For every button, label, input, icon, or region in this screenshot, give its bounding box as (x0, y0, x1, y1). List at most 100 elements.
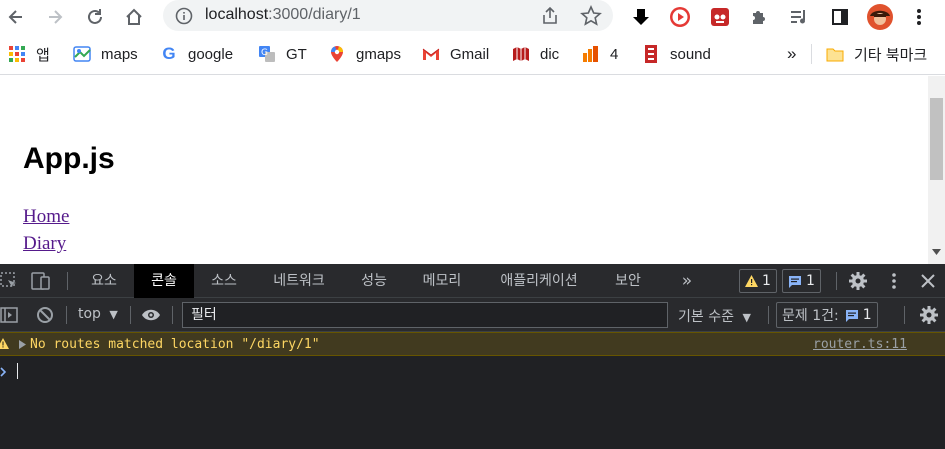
tab-security[interactable]: 보안 (602, 264, 654, 298)
scrollbar-thumb[interactable] (930, 98, 943, 180)
toolbar-divider (172, 306, 173, 324)
bookmark-apps[interactable]: 앱 (8, 42, 50, 66)
apps-grid-icon (8, 45, 26, 63)
forward-arrow-icon (49, 10, 63, 24)
gmaps-pin-icon (328, 45, 346, 63)
sidebar-toggle-icon[interactable] (0, 307, 18, 323)
robot-icon (711, 8, 729, 26)
bookmark-sound[interactable]: sound (642, 42, 711, 66)
bookmark-label: gmaps (356, 45, 402, 63)
gmail-icon (422, 45, 440, 63)
warning-source-link[interactable]: router.ts:11 (813, 337, 907, 352)
download-extension-button[interactable] (627, 3, 655, 31)
media-control-button[interactable] (785, 3, 813, 31)
bookmark-dic[interactable]: dic (512, 42, 559, 66)
svg-text:G: G (261, 48, 268, 58)
devtools-panel: 요소 콘솔 소스 네트워크 성능 메모리 애플리케이션 보안 » 1 1 top… (0, 264, 945, 449)
bookmarks-bar: 앱 maps G google G GT gmaps Gmail dic 4 s… (0, 34, 945, 75)
tab-memory[interactable]: 메모리 (408, 264, 476, 298)
device-toolbar-icon[interactable] (31, 272, 51, 290)
tab-console[interactable]: 콘솔 (134, 264, 194, 298)
maps-icon (73, 45, 91, 63)
side-panel-button[interactable] (826, 3, 854, 31)
warning-icon (745, 275, 758, 287)
google-icon: G (162, 44, 176, 63)
scroll-down-arrow-icon[interactable] (932, 249, 941, 255)
console-toolbar: top ▼ 기본 수준 ▼ 문제 1건: 1 (0, 298, 945, 332)
inspect-element-icon[interactable] (0, 272, 18, 290)
tab-performance[interactable]: 성능 (348, 264, 400, 298)
issues-button[interactable]: 문제 1건: 1 (776, 302, 878, 328)
clear-console-icon[interactable] (36, 306, 54, 324)
bookmark-label: GT (286, 45, 307, 63)
messages-badge[interactable]: 1 (782, 269, 821, 293)
issues-label: 문제 1건: (782, 308, 839, 324)
sound-icon (642, 45, 660, 63)
diary-link[interactable]: Diary (23, 233, 66, 255)
folder-icon (826, 45, 844, 63)
overflow-chevron-icon: » (787, 44, 797, 63)
settings-gear-icon[interactable] (848, 271, 868, 291)
live-expression-eye-icon[interactable] (141, 308, 161, 322)
address-bar[interactable]: localhost:3000/diary/1 (163, 0, 613, 31)
bookmark-gmaps[interactable]: gmaps (328, 42, 401, 66)
bookmark-label: maps (101, 45, 138, 63)
tab-sources[interactable]: 소스 (198, 264, 250, 298)
messages-count: 1 (806, 273, 815, 289)
home-button[interactable] (120, 3, 148, 31)
prompt-chevron-icon (0, 367, 7, 377)
issue-message-icon (845, 309, 858, 322)
context-value: top (78, 306, 101, 322)
bookmark-gmail[interactable]: Gmail (422, 42, 489, 66)
reload-button[interactable] (81, 3, 109, 31)
bookmarks-overflow-button[interactable]: » (787, 42, 796, 66)
bookmark-label: sound (670, 45, 711, 63)
bookmark-label: 앱 (36, 46, 50, 64)
log-level-dropdown[interactable]: 기본 수준 ▼ (678, 306, 751, 326)
text-cursor (17, 363, 18, 379)
page-scrollbar[interactable] (928, 76, 945, 264)
filter-input[interactable] (182, 302, 668, 328)
bookmark-google[interactable]: G google (160, 42, 233, 66)
extensions-button[interactable] (745, 3, 773, 31)
console-settings-gear-icon[interactable] (919, 305, 939, 325)
tab-elements[interactable]: 요소 (78, 264, 130, 298)
info-icon[interactable] (175, 7, 193, 25)
devtools-menu-icon[interactable] (891, 272, 897, 290)
warnings-badge[interactable]: 1 (739, 269, 777, 293)
console-prompt[interactable] (0, 358, 945, 382)
context-selector[interactable]: top ▼ (78, 306, 118, 322)
translate-icon: G (258, 45, 276, 63)
play-circle-icon (670, 7, 690, 27)
bookmark-star-icon[interactable] (580, 5, 602, 27)
bookmarks-divider (811, 44, 812, 64)
bookmark-label: 4 (610, 45, 619, 63)
forward-button[interactable] (41, 3, 69, 31)
toolbar-divider (67, 272, 68, 290)
dropdown-caret-icon: ▼ (109, 308, 118, 321)
close-devtools-icon[interactable] (921, 274, 935, 288)
kebab-menu-icon (917, 9, 921, 25)
other-bookmarks-folder[interactable]: 기타 북마크 (826, 42, 927, 66)
home-link[interactable]: Home (23, 206, 69, 228)
dropdown-caret-icon: ▼ (742, 311, 751, 324)
robot-extension-button[interactable] (706, 3, 734, 31)
bookmark-maps[interactable]: maps (73, 42, 138, 66)
puzzle-icon (753, 11, 765, 24)
profile-avatar[interactable] (866, 3, 894, 31)
bookmark-label: google (188, 45, 234, 63)
browser-menu-button[interactable] (905, 3, 933, 31)
bookmark-4[interactable]: 4 (582, 42, 618, 66)
more-tabs-button[interactable]: » (672, 264, 702, 298)
bookmark-gt[interactable]: G GT (258, 42, 307, 66)
toolbar-divider (130, 306, 131, 324)
back-button[interactable] (2, 3, 30, 31)
tab-application[interactable]: 애플리케이션 (486, 264, 592, 298)
url-text: localhost:3000/diary/1 (205, 6, 361, 23)
youtube-extension-button[interactable] (666, 3, 694, 31)
expand-triangle-icon[interactable] (19, 340, 26, 349)
share-icon[interactable] (540, 6, 560, 26)
console-warning-row[interactable]: No routes matched location "/diary/1" ro… (0, 332, 945, 356)
other-bookmarks-label: 기타 북마크 (854, 46, 928, 64)
tab-network[interactable]: 네트워크 (258, 264, 340, 298)
